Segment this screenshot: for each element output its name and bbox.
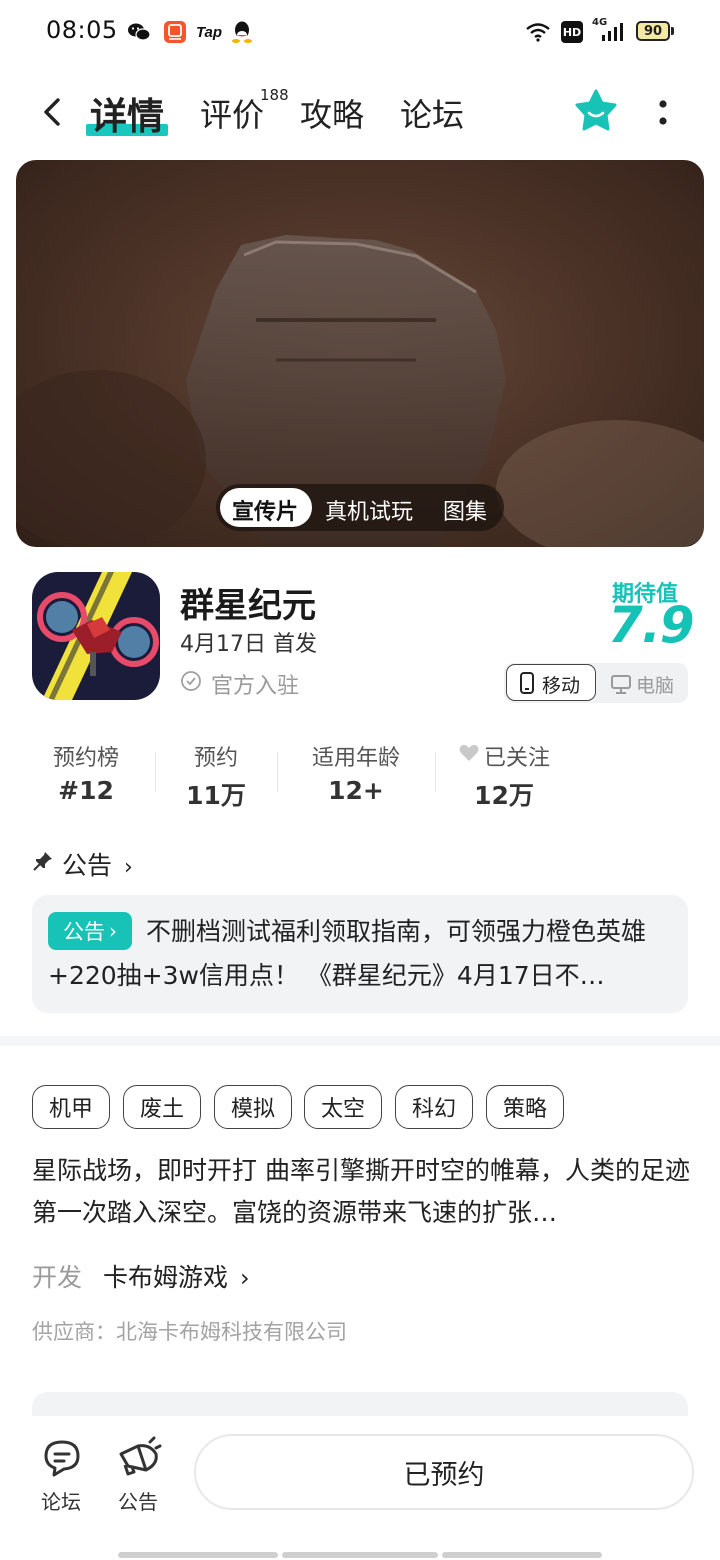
tap-icon: Tap <box>195 23 223 41</box>
heart-icon <box>458 743 480 763</box>
stat-divider <box>277 752 278 792</box>
platform-pc-label[interactable]: 电脑 <box>636 671 674 698</box>
expectation-score: 7.9 <box>608 596 695 654</box>
app-badge-icon <box>162 19 188 45</box>
platform-mobile-label: 移动 <box>542 675 581 697</box>
stat-divider <box>435 752 436 792</box>
media-tab-gallery[interactable]: 图集 <box>443 494 487 526</box>
developer-name: 卡布姆游戏 <box>103 1263 229 1292</box>
tab-reviews-label: 评价 <box>200 96 265 134</box>
tag-mecha[interactable]: 机甲 <box>32 1085 110 1129</box>
status-time: 08:05 <box>46 16 118 44</box>
battery-level: 90 <box>643 23 663 39</box>
tag-wasteland[interactable]: 废土 <box>123 1085 201 1129</box>
tag-simulation[interactable]: 模拟 <box>214 1085 292 1129</box>
forum-icon[interactable] <box>40 1436 84 1480</box>
tag-space[interactable]: 太空 <box>304 1085 382 1129</box>
stat-age-value: 12+ <box>328 776 384 805</box>
back-button[interactable] <box>36 88 76 136</box>
stat-follow-label[interactable]: 已关注 <box>484 740 564 772</box>
megaphone-icon[interactable] <box>116 1436 162 1480</box>
announcement-text[interactable]: 不删档测试福利领取指南，可领强力橙色英雄+220抽+3w信用点！ 《群星纪元》4… <box>48 910 672 998</box>
section-divider <box>0 1036 720 1046</box>
gesture-bar <box>118 1552 278 1558</box>
game-title: 群星纪元 <box>180 586 316 626</box>
announcement-tag: 公告 › <box>48 912 132 950</box>
tag-scifi[interactable]: 科幻 <box>395 1085 473 1129</box>
qq-icon <box>230 19 254 45</box>
stat-rank-value: #12 <box>58 776 114 805</box>
gesture-bar <box>442 1552 602 1558</box>
chevron-right-icon: › <box>123 855 133 880</box>
reviews-count-badge: 188 <box>260 86 289 104</box>
stat-age-label: 适用年龄 <box>311 746 400 771</box>
supplier-info: 供应商：北海卡布姆科技有限公司 <box>32 1320 347 1344</box>
release-date: 4月17日 首发 <box>180 632 317 657</box>
stat-reservations-value: 11万 <box>186 781 246 810</box>
phone-icon <box>518 671 538 695</box>
reserved-button[interactable]: 已预约 <box>194 1434 694 1510</box>
network-label: 4G <box>592 17 608 28</box>
game-description[interactable]: 星际战场，即时开打 曲率引擎撕开时空的帷幕，人类的足迹第一次踏入深空。富饶的资源… <box>32 1150 692 1234</box>
tab-details[interactable]: 详情 <box>90 86 164 140</box>
gesture-bar <box>282 1552 438 1558</box>
hd-icon: HD <box>561 21 583 43</box>
tab-forum[interactable]: 论坛 <box>400 90 464 136</box>
pin-icon <box>32 850 54 872</box>
battery-tip <box>671 27 674 35</box>
game-icon <box>32 572 160 700</box>
chevron-right-icon: › <box>109 919 117 943</box>
announcement-tag-label: 公告 <box>63 920 105 944</box>
battery-icon: 90 <box>636 21 670 41</box>
developer-label: 开发 <box>32 1263 83 1292</box>
chevron-right-icon: › <box>239 1264 250 1292</box>
stat-follow-value: 12万 <box>474 781 534 810</box>
developer-link[interactable]: 卡布姆游戏 › <box>103 1258 250 1294</box>
wifi-icon <box>524 19 552 45</box>
wechat-icon <box>126 19 152 45</box>
tab-guides[interactable]: 攻略 <box>300 90 364 136</box>
forum-label[interactable]: 论坛 <box>41 1486 81 1515</box>
media-tab-trailer[interactable]: 宣传片 <box>232 494 298 526</box>
verified-check-icon <box>180 670 202 692</box>
more-options-icon[interactable] <box>652 96 674 130</box>
announcement-link[interactable]: 公告 › <box>62 846 133 882</box>
monitor-icon[interactable] <box>610 673 632 695</box>
announcement-heading: 公告 <box>62 851 113 880</box>
notice-label[interactable]: 公告 <box>118 1486 158 1515</box>
stat-reservations-label: 预约 <box>193 746 238 771</box>
tab-reviews[interactable]: 评价 <box>200 90 264 136</box>
stat-divider <box>155 752 156 792</box>
tag-strategy[interactable]: 策略 <box>486 1085 564 1129</box>
stat-rank-label: 预约榜 <box>52 746 119 771</box>
favorite-star-icon[interactable] <box>572 88 620 134</box>
signal-4g-icon: 4G <box>592 17 628 45</box>
media-tab-gameplay[interactable]: 真机试玩 <box>325 494 413 526</box>
official-label: 官方入驻 <box>211 674 300 699</box>
